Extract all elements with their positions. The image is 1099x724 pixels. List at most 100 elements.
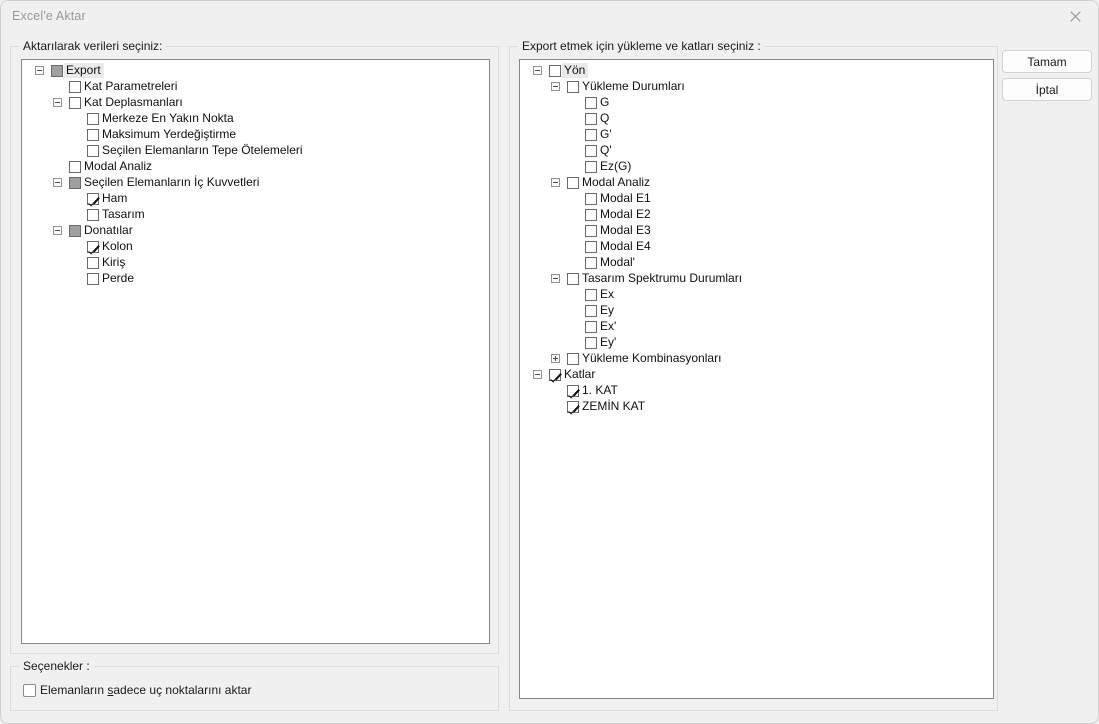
collapse-icon[interactable] <box>53 226 62 235</box>
collapse-icon[interactable] <box>551 274 560 283</box>
data-tree-view[interactable]: Export Kat Parametreleri Kat Deplasmanları… <box>21 59 490 644</box>
export-to-excel-dialog: Excel'e Aktar Aktarılarak verileri seçin… <box>0 0 1099 724</box>
loads-tree-node-g[interactable]: G' <box>520 127 993 143</box>
opt-label-before: Elemanların <box>40 683 108 697</box>
checkbox-modal[interactable] <box>585 257 597 269</box>
checkbox-ey[interactable] <box>585 305 597 317</box>
checkbox-q[interactable] <box>585 145 597 157</box>
loads-tree-label: Modal E3 <box>600 223 651 237</box>
data-tree-node-donatilar[interactable]: Donatılar <box>22 223 489 239</box>
collapse-icon[interactable] <box>533 66 542 75</box>
checkbox-tasarim[interactable] <box>87 209 99 221</box>
checkbox-g[interactable] <box>585 129 597 141</box>
data-tree-label: Maksimum Yerdeğiştirme <box>102 127 237 141</box>
loads-tree-node-ey[interactable]: Ey' <box>520 335 993 351</box>
checkbox-1-kat[interactable] <box>567 385 579 397</box>
checkbox-kat-parametreleri[interactable] <box>69 81 81 93</box>
data-tree-node-ham[interactable]: Ham <box>22 191 489 207</box>
checkbox-export[interactable] <box>51 65 63 77</box>
loads-tree-node-modal-e2[interactable]: Modal E2 <box>520 207 993 223</box>
loads-tree-node-yukleme-kombinasyonlari[interactable]: Yükleme Kombinasyonları <box>520 351 993 367</box>
collapse-icon[interactable] <box>551 178 560 187</box>
data-tree-node-merkeze-en-yakin-nokta[interactable]: Merkeze En Yakın Nokta <box>22 111 489 127</box>
checkbox-q[interactable] <box>585 113 597 125</box>
loads-tree-label: Modal E4 <box>600 239 651 253</box>
loads-tree-node-modal-e1[interactable]: Modal E1 <box>520 191 993 207</box>
loads-tree-node-ex[interactable]: Ex' <box>520 319 993 335</box>
collapse-icon[interactable] <box>533 370 542 379</box>
data-tree-node-maksimum-yerdegistirme[interactable]: Maksimum Yerdeğiştirme <box>22 127 489 143</box>
loads-tree-node-g[interactable]: G <box>520 95 993 111</box>
checkbox-modal-analiz[interactable] <box>567 177 579 189</box>
checkbox-ex[interactable] <box>585 289 597 301</box>
loads-tree-node-tasarim-spektrumu-durumlari[interactable]: Tasarım Spektrumu Durumları <box>520 271 993 287</box>
cancel-button[interactable]: İptal <box>1002 78 1092 101</box>
checkbox-modal-analiz[interactable] <box>69 161 81 173</box>
checkbox-secilen-elemanlarin-i-c-kuvvetleri[interactable] <box>69 177 81 189</box>
checkbox-kolon[interactable] <box>87 241 99 253</box>
checkbox-modal-e1[interactable] <box>585 193 597 205</box>
export-endpoints-only-checkbox[interactable] <box>23 683 36 697</box>
ok-button[interactable]: Tamam <box>1002 50 1092 73</box>
loads-tree-node-zemi-n-kat[interactable]: ZEMİN KAT <box>520 399 993 415</box>
data-tree-node-kolon[interactable]: Kolon <box>22 239 489 255</box>
data-tree-label: Seçilen Elemanların Tepe Ötelemeleri <box>102 143 303 157</box>
data-tree-node-kiris[interactable]: Kiriş <box>22 255 489 271</box>
loads-tree-node-ez-g[interactable]: Ez(G) <box>520 159 993 175</box>
checkbox-katlar[interactable] <box>549 369 561 381</box>
data-tree-node-perde[interactable]: Perde <box>22 271 489 287</box>
data-tree-node-kat-parametreleri[interactable]: Kat Parametreleri <box>22 79 489 95</box>
checkbox-merkeze-en-yakin-nokta[interactable] <box>87 113 99 125</box>
data-tree-node-secilen-elemanlarin-tepe-otelemeleri[interactable]: Seçilen Elemanların Tepe Ötelemeleri <box>22 143 489 159</box>
checkbox-maksimum-yerdegistirme[interactable] <box>87 129 99 141</box>
loads-tree-node-q[interactable]: Q' <box>520 143 993 159</box>
checkbox-g[interactable] <box>585 97 597 109</box>
data-tree-node-secilen-elemanlarin-i-c-kuvvetleri[interactable]: Seçilen Elemanların İç Kuvvetleri <box>22 175 489 191</box>
checkbox-ey[interactable] <box>585 337 597 349</box>
checkbox-zemi-n-kat[interactable] <box>567 401 579 413</box>
checkbox-ez-g[interactable] <box>585 161 597 173</box>
loads-tree-node-yukleme-durumlari[interactable]: Yükleme Durumları <box>520 79 993 95</box>
checkbox-donatilar[interactable] <box>69 225 81 237</box>
data-tree-node-tasarim[interactable]: Tasarım <box>22 207 489 223</box>
collapse-icon[interactable] <box>551 82 560 91</box>
loads-tree-node-yon[interactable]: Yön <box>520 63 993 79</box>
checkbox-ham[interactable] <box>87 193 99 205</box>
loads-tree-node-katlar[interactable]: Katlar <box>520 367 993 383</box>
loads-tree-node-q[interactable]: Q <box>520 111 993 127</box>
data-tree-node-export[interactable]: Export <box>22 63 489 79</box>
close-button[interactable] <box>1052 1 1098 32</box>
collapse-icon[interactable] <box>53 98 62 107</box>
loads-tree-label: Modal Analiz <box>582 175 651 189</box>
data-tree-node-kat-deplasmanlari[interactable]: Kat Deplasmanları <box>22 95 489 111</box>
collapse-icon[interactable] <box>53 178 62 187</box>
checkbox-yon[interactable] <box>549 65 561 77</box>
loads-tree-node-modal-analiz[interactable]: Modal Analiz <box>520 175 993 191</box>
loads-tree-node-1-kat[interactable]: 1. KAT <box>520 383 993 399</box>
loads-floors-tree-view[interactable]: Yön Yükleme Durumları G Q G' Q' Ez(G) Modal Ana… <box>519 59 994 699</box>
export-endpoints-only-checkbox-row[interactable]: Elemanların sadece uç noktalarını aktar <box>23 683 251 697</box>
data-tree-label: Donatılar <box>84 223 133 237</box>
checkbox-secilen-elemanlarin-tepe-otelemeleri[interactable] <box>87 145 99 157</box>
data-tree-label: Kat Deplasmanları <box>84 95 183 109</box>
checkbox-ex[interactable] <box>585 321 597 333</box>
collapse-icon[interactable] <box>35 66 44 75</box>
checkbox-yukleme-durumlari[interactable] <box>567 81 579 93</box>
checkbox-modal-e2[interactable] <box>585 209 597 221</box>
data-tree-node-modal-analiz[interactable]: Modal Analiz <box>22 159 489 175</box>
loads-tree-label: Modal E2 <box>600 207 651 221</box>
checkbox-perde[interactable] <box>87 273 99 285</box>
checkbox-modal-e4[interactable] <box>585 241 597 253</box>
expand-icon[interactable] <box>551 354 560 363</box>
loads-tree-node-ex[interactable]: Ex <box>520 287 993 303</box>
loads-tree-node-ey[interactable]: Ey <box>520 303 993 319</box>
checkbox-yukleme-kombinasyonlari[interactable] <box>567 353 579 365</box>
checkbox-kiris[interactable] <box>87 257 99 269</box>
loads-tree-node-modal[interactable]: Modal' <box>520 255 993 271</box>
checkbox-tasarim-spektrumu-durumlari[interactable] <box>567 273 579 285</box>
checkbox-modal-e3[interactable] <box>585 225 597 237</box>
checkbox-kat-deplasmanlari[interactable] <box>69 97 81 109</box>
loads-tree-label: Ex' <box>600 319 617 333</box>
loads-tree-node-modal-e3[interactable]: Modal E3 <box>520 223 993 239</box>
loads-tree-node-modal-e4[interactable]: Modal E4 <box>520 239 993 255</box>
